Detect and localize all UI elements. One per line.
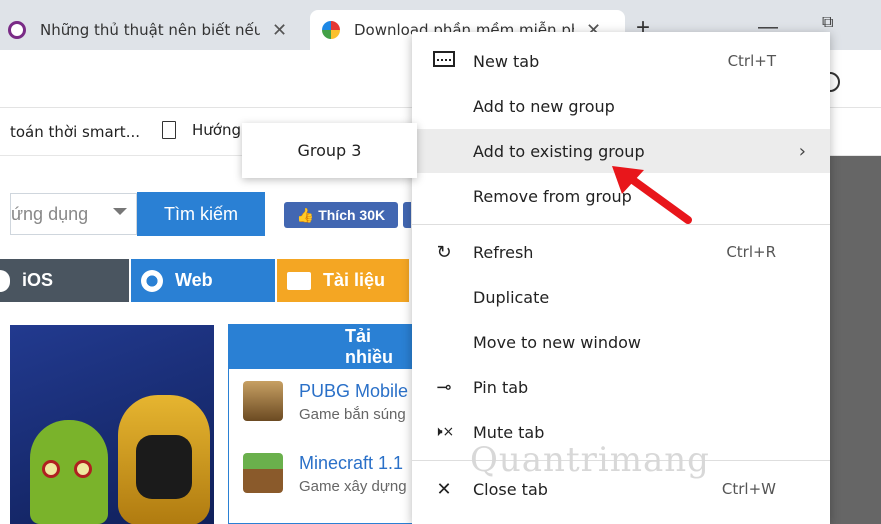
page-side-area: [829, 156, 881, 524]
menu-item-add-to-new-group[interactable]: Add to new group: [412, 84, 830, 128]
facebook-share-button[interactable]: [403, 202, 411, 228]
menu-item-label: Duplicate: [473, 287, 550, 307]
zombie-character-image: [30, 420, 108, 524]
menu-item-label: Refresh: [473, 242, 534, 262]
menu-item-duplicate[interactable]: Duplicate: [412, 275, 830, 319]
menu-item-label: Close tab: [473, 479, 548, 499]
submenu-item-group[interactable]: Group 3: [242, 123, 417, 178]
menu-item-shortcut: Ctrl+W: [721, 480, 776, 498]
app-description: Game bắn súng: [299, 406, 406, 423]
menu-item-shortcut: Ctrl+R: [726, 243, 776, 261]
nav-label: Web: [175, 270, 213, 290]
menu-item-shortcut: Ctrl+T: [727, 52, 776, 70]
close-icon: ✕: [436, 478, 452, 500]
mute-icon: 🕨×: [433, 424, 455, 440]
menu-item-label: Add to existing group: [473, 141, 645, 161]
tab-inactive[interactable]: Những thủ thuật nên biết nếu ✕: [0, 10, 305, 50]
game-banner-image[interactable]: [10, 325, 214, 524]
app-thumbnail: [243, 453, 283, 493]
bookmark-item[interactable]: Hướng: [162, 121, 241, 139]
eye-shape: [42, 460, 60, 478]
bookmark-label: Hướng: [192, 121, 241, 139]
ios-icon: [0, 269, 10, 292]
app-thumbnail: [243, 381, 283, 421]
menu-item-label: Pin tab: [473, 377, 529, 397]
new-tab-icon: [432, 50, 456, 72]
chevron-right-icon: ›: [798, 140, 806, 162]
panel-title: Tải nhiều: [229, 325, 417, 369]
top-downloads-panel: Tải nhiều PUBG Mobile Game bắn súng Mine…: [228, 324, 418, 524]
globe-icon: [141, 269, 163, 292]
pin-icon: ⊸: [436, 376, 452, 398]
watermark-logo: Quantrimang: [470, 440, 710, 480]
nav-label: iOS: [22, 270, 54, 290]
site-favicon-icon: [322, 21, 340, 39]
menu-item-new-tab[interactable]: New tab Ctrl+T: [412, 39, 830, 83]
chevron-down-icon[interactable]: [113, 208, 127, 215]
bookmark-item[interactable]: toán thời smart...: [10, 123, 140, 141]
category-nav: iOS Web Tài liệu: [0, 259, 409, 302]
refresh-icon: ↻: [436, 241, 452, 263]
restore-button[interactable]: ⧉: [822, 14, 833, 32]
tab-close-icon[interactable]: ✕: [272, 20, 287, 41]
app-name-link[interactable]: PUBG Mobile: [299, 381, 408, 402]
menu-item-pin-tab[interactable]: ⊸ Pin tab: [412, 365, 830, 409]
red-arrow-annotation-icon: [612, 166, 692, 224]
menu-item-move-to-new-window[interactable]: Move to new window: [412, 320, 830, 364]
document-icon: [162, 121, 176, 139]
nav-label: Tài liệu: [323, 270, 386, 290]
menu-item-label: New tab: [473, 51, 540, 71]
site-favicon-icon: [8, 21, 26, 39]
shield-emblem-image: [118, 395, 210, 524]
eye-shape: [74, 460, 92, 478]
menu-item-label: Mute tab: [473, 422, 545, 442]
nav-ios[interactable]: iOS: [0, 259, 131, 302]
menu-item-label: Add to new group: [473, 96, 615, 116]
nav-documents[interactable]: Tài liệu: [277, 259, 409, 302]
shield-center: [136, 435, 192, 499]
nav-web[interactable]: Web: [131, 259, 277, 302]
download-item[interactable]: PUBG Mobile Game bắn súng: [243, 381, 408, 423]
existing-groups-submenu: Group 3: [242, 123, 417, 178]
menu-item-label: Move to new window: [473, 332, 641, 352]
facebook-like-button[interactable]: 👍 Thích 30K: [284, 202, 398, 228]
app-description: Game xây dựng: [299, 478, 407, 495]
search-button[interactable]: Tìm kiếm: [137, 192, 265, 236]
app-name-link[interactable]: Minecraft 1.1: [299, 453, 407, 474]
tab-title: Những thủ thuật nên biết nếu: [40, 21, 260, 39]
download-item[interactable]: Minecraft 1.1 Game xây dựng: [243, 453, 407, 495]
folder-icon: [287, 271, 311, 290]
